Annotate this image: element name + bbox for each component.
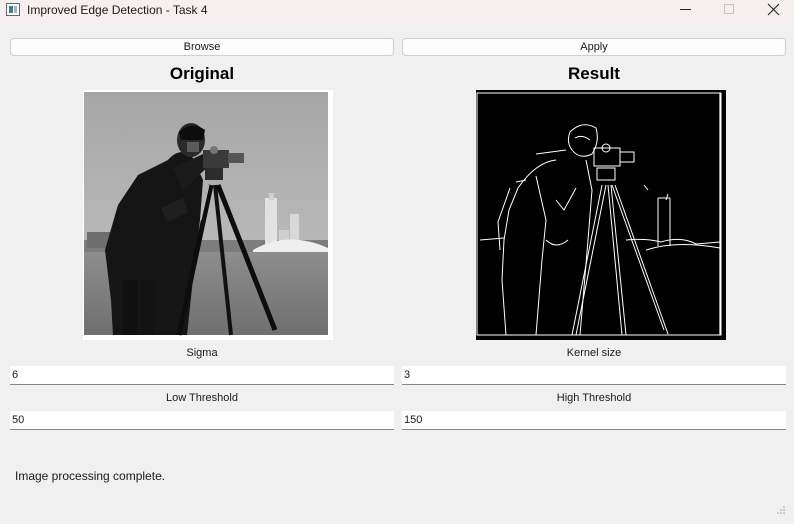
sigma-label: Sigma — [186, 347, 218, 359]
original-image — [83, 90, 333, 340]
result-image — [476, 90, 726, 340]
maximize-button[interactable] — [706, 0, 752, 22]
high-threshold-label: High Threshold — [556, 392, 632, 404]
result-title: Result — [568, 64, 620, 83]
maximize-icon — [724, 4, 734, 14]
apply-button[interactable]: Apply — [402, 38, 786, 56]
close-button[interactable] — [750, 0, 794, 22]
high-threshold-input[interactable] — [402, 411, 786, 430]
minimize-button[interactable] — [662, 0, 708, 22]
status-message: Image processing complete. — [15, 469, 166, 483]
kernel-size-label: Kernel size — [566, 347, 622, 359]
app-window: Improved Edge Detection - Task 4 Browse … — [0, 0, 794, 524]
low-threshold-input[interactable] — [10, 411, 394, 430]
close-icon — [767, 3, 780, 16]
minimize-icon — [680, 9, 691, 10]
browse-button[interactable]: Browse — [10, 38, 394, 56]
window-title: Improved Edge Detection - Task 4 — [27, 3, 208, 17]
title-bar[interactable]: Improved Edge Detection - Task 4 — [0, 0, 794, 24]
app-icon — [6, 3, 20, 16]
resize-grip-icon[interactable] — [777, 506, 785, 514]
original-title: Original — [169, 64, 235, 83]
low-threshold-label: Low Threshold — [166, 392, 238, 404]
kernel-size-input[interactable] — [402, 366, 786, 385]
sigma-input[interactable] — [10, 366, 394, 385]
